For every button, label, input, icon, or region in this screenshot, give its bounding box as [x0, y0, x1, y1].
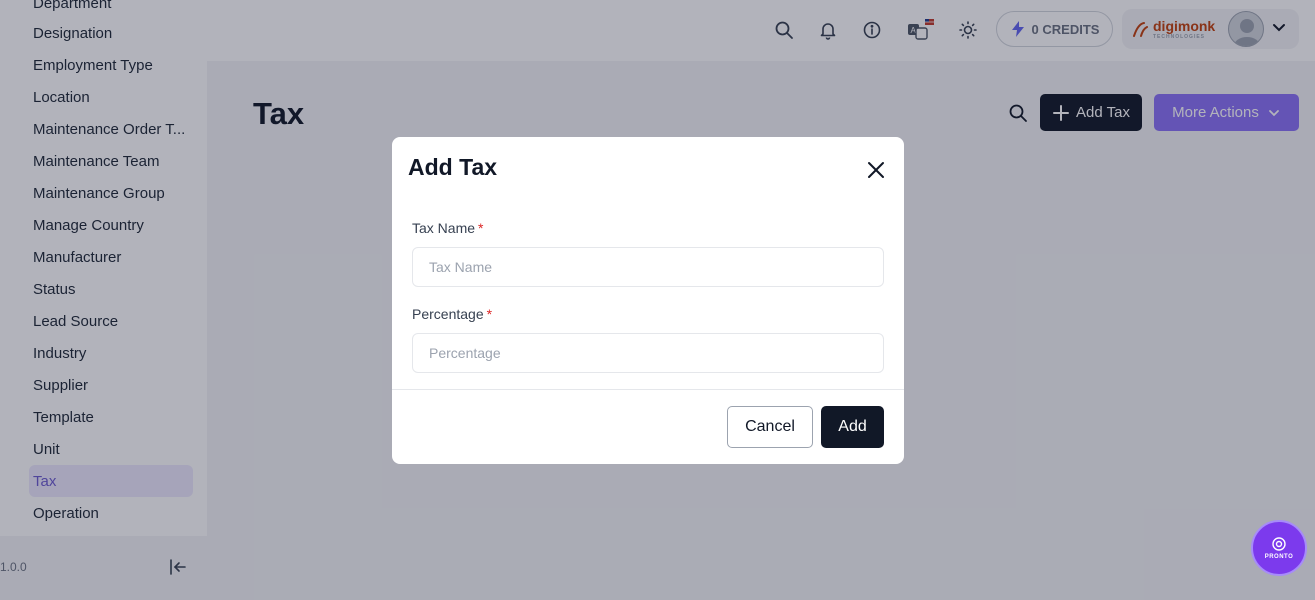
- add-button[interactable]: Add: [821, 406, 884, 448]
- percentage-input[interactable]: [412, 333, 884, 373]
- close-button[interactable]: [864, 158, 888, 182]
- cancel-button[interactable]: Cancel: [727, 406, 813, 448]
- add-tax-dialog: Add Tax Tax Name* Percentage* Cancel Add: [392, 137, 904, 464]
- pronto-logo-icon: [1272, 537, 1286, 551]
- dialog-divider: [392, 389, 904, 390]
- tax-name-label-text: Tax Name: [412, 220, 476, 236]
- required-mark: *: [486, 306, 493, 322]
- pronto-label: PRONTO: [1264, 554, 1294, 560]
- pronto-assistant-button[interactable]: PRONTO: [1251, 520, 1307, 576]
- close-icon: [868, 162, 884, 178]
- required-mark: *: [478, 220, 484, 236]
- tax-name-input[interactable]: [412, 247, 884, 287]
- tax-name-label: Tax Name *: [412, 220, 483, 236]
- dialog-title: Add Tax: [408, 154, 498, 180]
- percentage-label-text: Percentage: [412, 306, 484, 322]
- percentage-label: Percentage *: [412, 306, 492, 322]
